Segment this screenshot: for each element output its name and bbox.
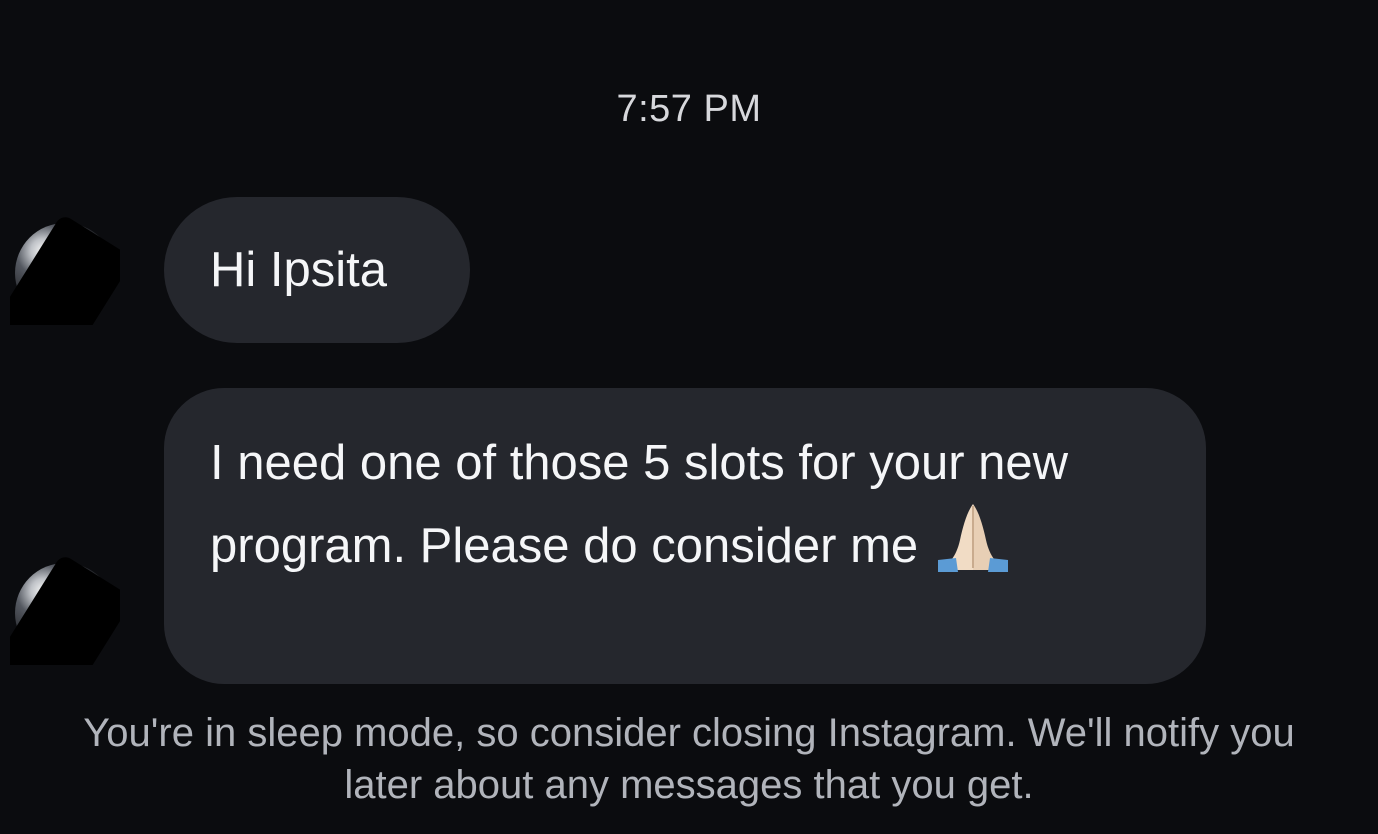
chat-timestamp: 7:57 PM [616,88,762,130]
message-bubble[interactable]: Hi Ipsita [164,197,470,343]
message-bubble[interactable]: I need one of those 5 slots for your new… [164,388,1206,684]
avatar-redaction [10,215,120,325]
sleep-mode-notice: You're in sleep mode, so consider closin… [83,711,1295,807]
message-text: Hi Ipsita [210,243,388,297]
sender-avatar[interactable] [10,555,120,665]
avatar-redaction [10,555,120,665]
sender-avatar[interactable] [10,215,120,325]
folded-hands-icon [934,500,1012,593]
